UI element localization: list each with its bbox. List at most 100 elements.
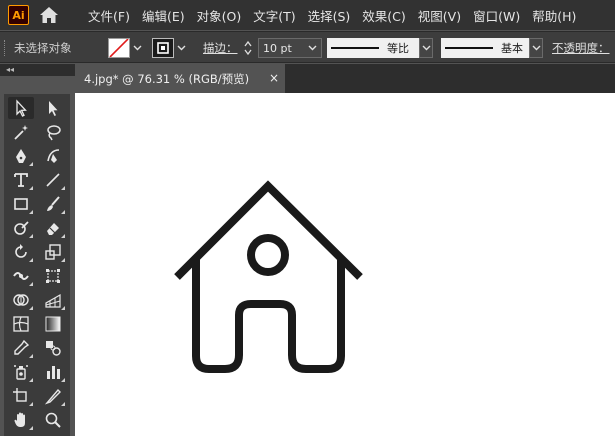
menu-effect[interactable]: 效果(C) [356, 6, 411, 25]
scale-tool[interactable] [40, 241, 66, 263]
fill-control[interactable] [108, 32, 144, 64]
artboard-icon [13, 388, 27, 402]
slice-tool[interactable] [40, 385, 66, 407]
selection-icon [16, 99, 27, 117]
none-fill-icon [109, 39, 129, 57]
pen-tool[interactable] [8, 145, 34, 167]
stroke-weight-stepper[interactable] [243, 32, 253, 64]
stroke-weight-label: 描边： [203, 32, 238, 64]
shaper-icon [14, 221, 29, 235]
variable-width-profile[interactable]: 等比 [327, 32, 433, 64]
zoom-icon [45, 412, 61, 428]
free-transform-icon [46, 269, 60, 283]
artboard-tool[interactable] [8, 385, 34, 407]
profile-line [331, 47, 379, 49]
column-graph-tool[interactable] [40, 361, 66, 383]
fill-dropdown[interactable] [130, 38, 144, 58]
menu-object[interactable]: 对象(O) [191, 6, 248, 25]
collapse-icon[interactable]: ◂◂ [6, 65, 14, 74]
blend-icon [46, 341, 61, 356]
menu-file[interactable]: 文件(F) [82, 6, 136, 25]
shape-builder-icon [13, 294, 29, 306]
stroke-weight-input[interactable]: 10 pt [258, 38, 322, 58]
shaper-tool[interactable] [8, 217, 34, 239]
mesh-tool[interactable] [8, 313, 34, 335]
menu-view[interactable]: 视图(V) [412, 6, 467, 25]
document-tab[interactable]: 4.jpg* @ 76.31 % (RGB/预览) × [75, 64, 285, 93]
curvature-icon [47, 149, 60, 163]
stroke-weight-field[interactable]: 10 pt [258, 32, 322, 64]
perspective-grid-icon [45, 293, 61, 308]
home-button[interactable] [36, 5, 62, 25]
tool-flyout-indicator [61, 402, 65, 406]
rotate-tool[interactable] [8, 241, 34, 263]
stroke-swatch-icon [157, 42, 169, 54]
tool-flyout-indicator [29, 162, 33, 166]
lasso-tool[interactable] [40, 121, 66, 143]
menu-type[interactable]: 文字(T) [247, 6, 301, 25]
main-menu: 文件(F) 编辑(E) 对象(O) 文字(T) 选择(S) 效果(C) 视图(V… [82, 0, 582, 30]
blend-tool[interactable] [40, 337, 66, 359]
panel-grip[interactable] [4, 40, 7, 56]
tool-flyout-indicator [29, 378, 33, 382]
brush-definition[interactable]: 基本 [441, 32, 543, 64]
chevron-down-icon[interactable] [308, 45, 317, 51]
tool-flyout-indicator [29, 258, 33, 262]
profile-preview[interactable]: 等比 [327, 38, 419, 58]
close-icon[interactable]: × [269, 71, 279, 85]
menu-edit[interactable]: 编辑(E) [136, 6, 191, 25]
tool-flyout-indicator [29, 354, 33, 358]
width-icon [13, 272, 29, 280]
toolbar-header: ◂◂ [0, 64, 75, 76]
tool-flyout-indicator [29, 210, 33, 214]
stroke-dropdown[interactable] [174, 38, 188, 58]
scale-icon [45, 244, 61, 260]
menu-select[interactable]: 选择(S) [302, 6, 357, 25]
menu-window[interactable]: 窗口(W) [467, 6, 526, 25]
fill-swatch[interactable] [108, 38, 130, 58]
curvature-tool[interactable] [40, 145, 66, 167]
brush-label: 基本 [501, 42, 523, 55]
chevron-down-icon [177, 45, 185, 51]
brush-preview[interactable]: 基本 [441, 38, 529, 58]
line-segment-tool[interactable] [40, 169, 66, 191]
line-segment-icon [46, 173, 60, 187]
app-logo: Ai [8, 5, 29, 25]
type-tool[interactable] [8, 169, 34, 191]
hand-tool[interactable] [8, 409, 34, 431]
opacity-label[interactable]: 不透明度： [552, 40, 610, 56]
selection-tool[interactable] [8, 97, 34, 119]
mesh-icon [13, 316, 29, 332]
paintbrush-icon [47, 196, 60, 211]
gradient-tool[interactable] [40, 313, 66, 335]
profile-label: 等比 [387, 42, 409, 55]
stroke-control[interactable] [152, 32, 188, 64]
menu-help[interactable]: 帮助(H) [526, 6, 582, 25]
eraser-tool[interactable] [40, 217, 66, 239]
zoom-tool[interactable] [40, 409, 66, 431]
width-tool[interactable] [8, 265, 34, 287]
eyedropper-tool[interactable] [8, 337, 34, 359]
symbol-sprayer-icon [14, 365, 28, 380]
lasso-icon [47, 125, 61, 141]
tool-flyout-indicator [29, 282, 33, 286]
stroke-swatch[interactable] [152, 38, 174, 58]
chevron-down-icon [532, 45, 540, 51]
tool-flyout-indicator [29, 402, 33, 406]
stepper-arrows-icon[interactable] [243, 39, 253, 57]
opacity-control[interactable]: 不透明度： [552, 32, 610, 64]
shape-builder-tool[interactable] [8, 289, 34, 311]
rectangle-tool[interactable] [8, 193, 34, 215]
free-transform-tool[interactable] [40, 265, 66, 287]
perspective-grid-tool[interactable] [40, 289, 66, 311]
house-artwork[interactable] [75, 93, 615, 436]
magic-wand-tool[interactable] [8, 121, 34, 143]
tools-panel-body [4, 94, 70, 436]
paintbrush-tool[interactable] [40, 193, 66, 215]
direct-selection-tool[interactable] [40, 97, 66, 119]
profile-dropdown[interactable] [419, 38, 433, 58]
selection-status: 未选择对象 [14, 41, 72, 55]
artboard-canvas[interactable] [75, 93, 615, 436]
symbol-sprayer-tool[interactable] [8, 361, 34, 383]
brush-dropdown[interactable] [529, 38, 543, 58]
